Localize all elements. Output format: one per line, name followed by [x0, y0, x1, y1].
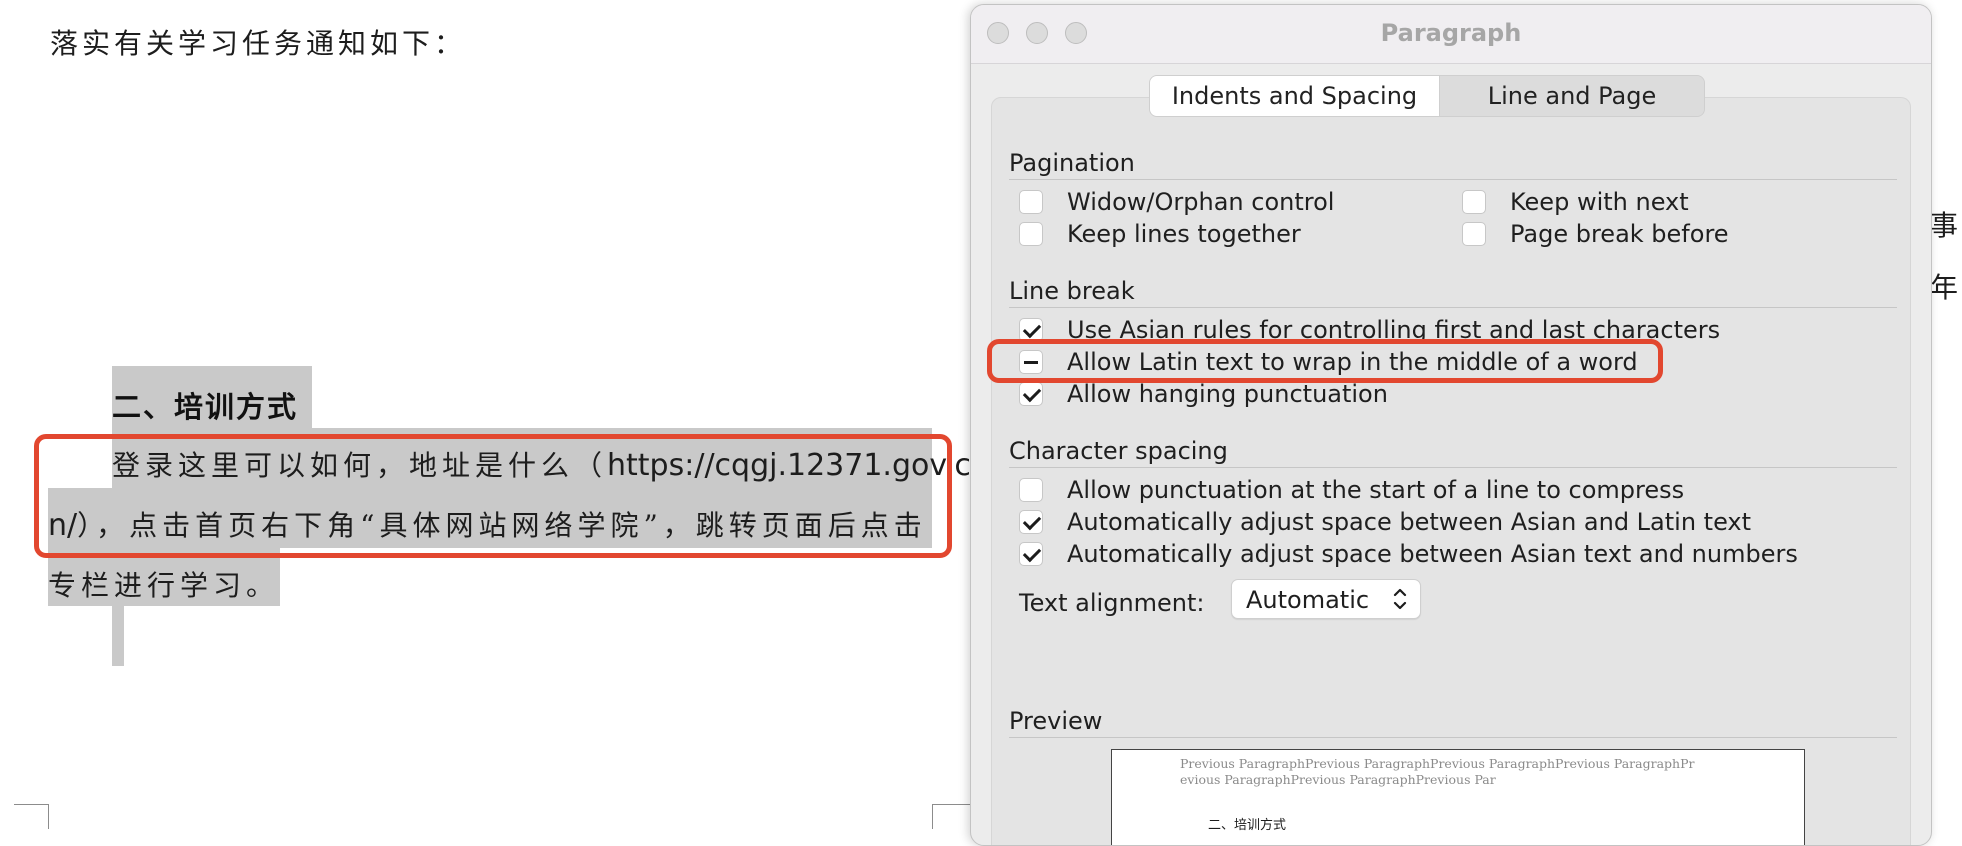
preview-previous-paragraph: Previous ParagraphPrevious ParagraphPrev…: [1180, 756, 1695, 787]
character-spacing-section-label: Character spacing: [1009, 437, 1228, 465]
annotation-box-latin-wrap: [987, 339, 1663, 383]
dialog-titlebar[interactable]: Paragraph: [971, 5, 1931, 64]
hanging-punctuation-option[interactable]: Allow hanging punctuation: [1019, 379, 1388, 409]
asian-numbers-spacing-option[interactable]: Automatically adjust space between Asian…: [1019, 539, 1798, 569]
text-alignment-select[interactable]: Automatic: [1231, 579, 1421, 619]
character-spacing-divider: [1009, 467, 1897, 468]
hanging-punctuation-checkbox[interactable]: [1019, 382, 1043, 406]
asian-numbers-spacing-checkbox[interactable]: [1019, 542, 1043, 566]
hanging-punctuation-label: Allow hanging punctuation: [1067, 380, 1388, 408]
punctuation-compress-checkbox[interactable]: [1019, 478, 1043, 502]
document-paragraph-line3[interactable]: 专栏进行学习。: [48, 564, 279, 604]
preview-pane: Previous ParagraphPrevious ParagraphPrev…: [1111, 749, 1805, 845]
keep-lines-together-option[interactable]: Keep lines together: [1019, 219, 1301, 249]
page-break-before-checkbox[interactable]: [1462, 222, 1486, 246]
punctuation-compress-label: Allow punctuation at the start of a line…: [1067, 476, 1685, 504]
asian-latin-spacing-checkbox[interactable]: [1019, 510, 1043, 534]
keep-with-next-label: Keep with next: [1510, 188, 1689, 216]
page-corner-mark-right: [932, 804, 973, 829]
widow-orphan-label: Widow/Orphan control: [1067, 188, 1335, 216]
dialog-title: Paragraph: [1380, 19, 1522, 47]
annotation-box-paragraph: [34, 434, 952, 558]
chevron-up-down-icon: [1393, 588, 1407, 610]
page-corner-mark-left: [14, 804, 49, 829]
text-alignment-value: Automatic: [1246, 586, 1370, 614]
dialog-tab-bar: Indents and Spacing Line and Page Breaks: [1149, 75, 1705, 117]
keep-with-next-checkbox[interactable]: [1462, 190, 1486, 214]
line-break-divider: [1009, 307, 1897, 308]
tab-indents-and-spacing[interactable]: Indents and Spacing: [1150, 76, 1440, 116]
page-break-before-label: Page break before: [1510, 220, 1729, 248]
selection-empty-line: [112, 606, 124, 666]
keep-lines-together-label: Keep lines together: [1067, 220, 1301, 248]
tab-line-and-page-breaks[interactable]: Line and Page Breaks: [1440, 76, 1704, 116]
punctuation-compress-option[interactable]: Allow punctuation at the start of a line…: [1019, 475, 1684, 505]
pagination-divider: [1009, 179, 1897, 180]
preview-heading: 二、培训方式: [1208, 818, 1287, 833]
document-edge-char-1: 事: [1930, 209, 1959, 242]
paragraph-dialog: Paragraph Indents and Spacing Line and P…: [970, 4, 1932, 846]
asian-latin-spacing-option[interactable]: Automatically adjust space between Asian…: [1019, 507, 1751, 537]
keep-lines-together-checkbox[interactable]: [1019, 222, 1043, 246]
widow-orphan-checkbox[interactable]: [1019, 190, 1043, 214]
document-edge-char-2: 年: [1930, 271, 1959, 304]
preview-divider: [1009, 737, 1897, 738]
asian-numbers-spacing-label: Automatically adjust space between Asian…: [1067, 540, 1798, 568]
line-break-section-label: Line break: [1009, 277, 1135, 305]
pagination-section-label: Pagination: [1009, 149, 1135, 177]
document-heading[interactable]: 二、培训方式: [112, 384, 298, 426]
document-intro-text: 落实有关学习任务通知如下：: [50, 27, 467, 60]
widow-orphan-option[interactable]: Widow/Orphan control: [1019, 187, 1334, 217]
page-break-before-option[interactable]: Page break before: [1462, 219, 1729, 249]
asian-latin-spacing-label: Automatically adjust space between Asian…: [1067, 508, 1752, 536]
preview-section-label: Preview: [1009, 707, 1103, 735]
keep-with-next-option[interactable]: Keep with next: [1462, 187, 1689, 217]
text-alignment-label: Text alignment:: [1019, 589, 1205, 617]
